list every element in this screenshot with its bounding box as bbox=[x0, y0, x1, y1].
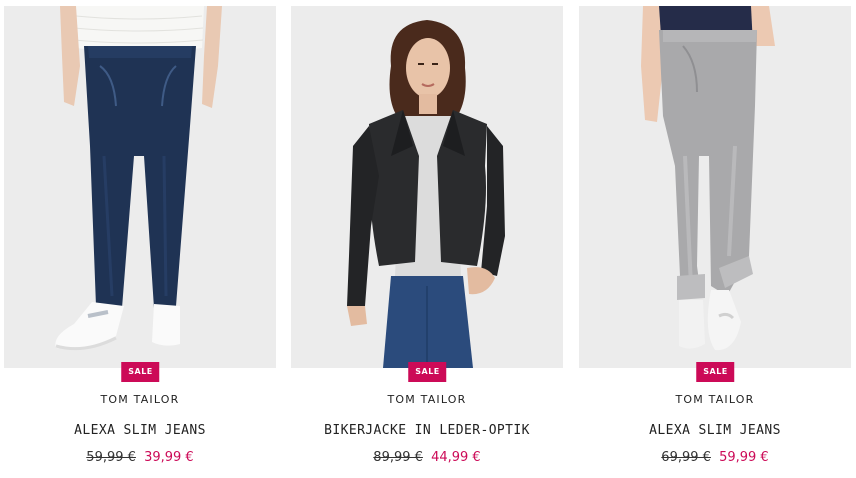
old-price: 59,99 € bbox=[86, 450, 136, 465]
sale-badge: SALE bbox=[696, 362, 734, 382]
sale-price: 39,99 € bbox=[144, 450, 194, 465]
product-grid: SALE TOM TAILOR ALEXA SLIM JEANS 59,99 €… bbox=[0, 0, 856, 478]
price-row: 59,99 € 39,99 € bbox=[4, 450, 276, 465]
product-card[interactable]: SALE TOM TAILOR ALEXA SLIM JEANS 69,99 €… bbox=[579, 0, 851, 478]
product-card[interactable]: SALE TOM TAILOR BIKERJACKE IN LEDER-OPTI… bbox=[291, 0, 563, 478]
product-image-dark-jeans[interactable] bbox=[4, 6, 276, 368]
old-price: 69,99 € bbox=[661, 450, 711, 465]
brand-name: TOM TAILOR bbox=[100, 393, 180, 406]
sale-badge: SALE bbox=[408, 362, 446, 382]
product-image-leather-jacket[interactable] bbox=[291, 6, 563, 368]
product-name[interactable]: ALEXA SLIM JEANS bbox=[4, 423, 276, 438]
brand-name: TOM TAILOR bbox=[387, 393, 467, 406]
sale-price: 59,99 € bbox=[719, 450, 769, 465]
sale-price: 44,99 € bbox=[431, 450, 481, 465]
product-name[interactable]: ALEXA SLIM JEANS bbox=[579, 423, 851, 438]
sale-badge: SALE bbox=[121, 362, 159, 382]
product-card[interactable]: SALE TOM TAILOR ALEXA SLIM JEANS 59,99 €… bbox=[4, 0, 276, 478]
price-row: 89,99 € 44,99 € bbox=[291, 450, 563, 465]
old-price: 89,99 € bbox=[373, 450, 423, 465]
product-name[interactable]: BIKERJACKE IN LEDER-OPTIK bbox=[291, 423, 563, 438]
price-row: 69,99 € 59,99 € bbox=[579, 450, 851, 465]
brand-name: TOM TAILOR bbox=[675, 393, 755, 406]
product-image-grey-jeans[interactable] bbox=[579, 6, 851, 368]
